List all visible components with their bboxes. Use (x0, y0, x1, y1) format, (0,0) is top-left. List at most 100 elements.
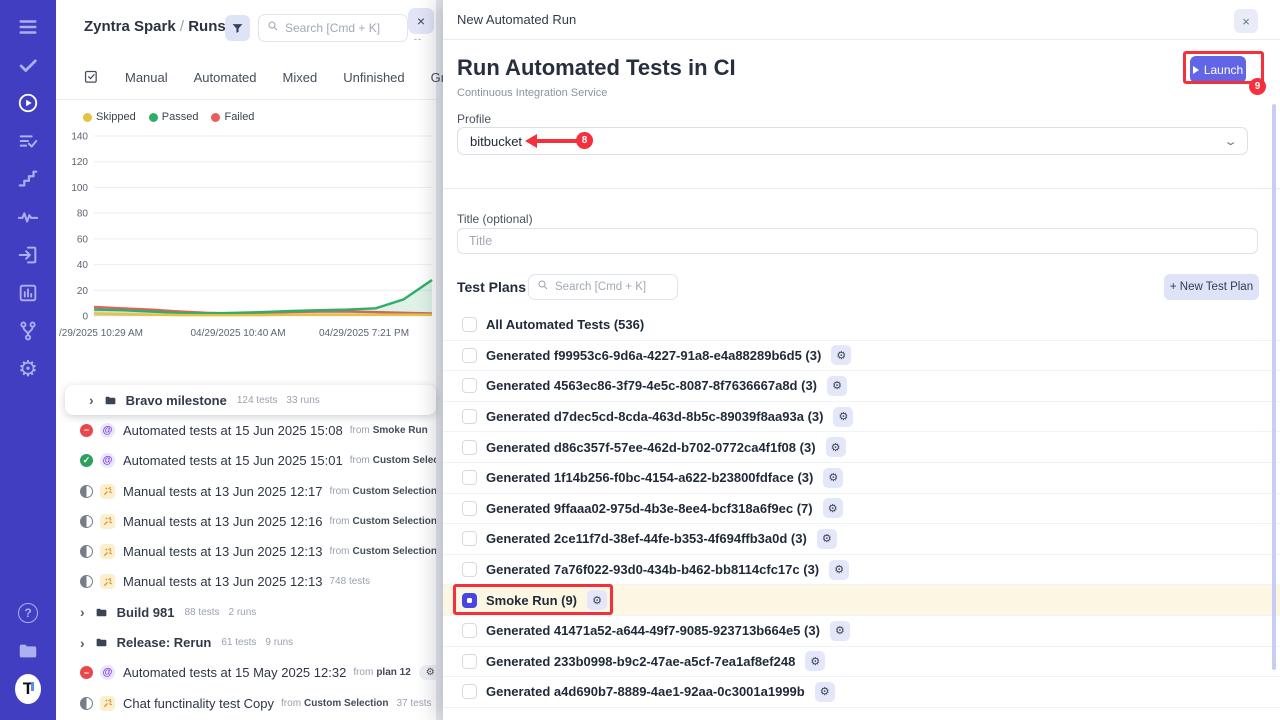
activity-icon[interactable] (15, 204, 41, 230)
run-meta: 124 tests (237, 395, 278, 406)
run-folder-row[interactable]: ›Bravo milestone124 tests33 runs (65, 385, 436, 415)
test-plans-search[interactable] (528, 274, 678, 300)
test-plan-row[interactable]: Generated f99953c6-9d6a-4227-91a8-e4a882… (443, 341, 1280, 372)
filter-button[interactable] (225, 15, 250, 41)
select-all-icon[interactable] (82, 68, 99, 88)
test-plan-row[interactable]: Generated 9ffaaa02-975d-4b3e-8ee4-bcf318… (443, 494, 1280, 525)
plan-settings-button[interactable]: ⚙ (826, 437, 846, 457)
title-input[interactable] (457, 228, 1258, 254)
launch-button[interactable]: Launch (1190, 56, 1246, 83)
plan-checkbox[interactable] (462, 654, 477, 669)
svg-text:60: 60 (77, 234, 89, 245)
new-test-plan-button[interactable]: + New Test Plan (1164, 274, 1259, 300)
run-source: plan 12 (376, 667, 410, 678)
plan-checkbox[interactable] (462, 593, 477, 608)
vertical-scrollbar[interactable] (1272, 104, 1276, 670)
runs-search[interactable] (258, 14, 408, 42)
run-row[interactable]: −@Automated tests at 15 May 2025 12:32fr… (56, 658, 436, 688)
folder-name: Bravo milestone (126, 393, 227, 408)
runs-panel-close-button[interactable]: × (408, 8, 434, 34)
plan-settings-button[interactable]: ⚙ (817, 529, 837, 549)
test-plan-row[interactable]: Generated d86c357f-57ee-462d-b702-0772ca… (443, 432, 1280, 463)
tab-automated[interactable]: Automated (194, 70, 257, 85)
import-icon[interactable] (15, 242, 41, 268)
test-plan-row[interactable]: Generated 7a76f022-93d0-434b-b462-bb8114… (443, 555, 1280, 586)
list-check-icon[interactable] (15, 128, 41, 154)
plan-checkbox[interactable] (462, 378, 477, 393)
plan-settings-button[interactable]: ⚙ (827, 376, 847, 396)
run-gear-badge[interactable]: ⚙test (419, 665, 436, 680)
runs-search-input[interactable] (285, 21, 399, 35)
plan-settings-button[interactable]: ⚙ (805, 651, 825, 671)
plan-settings-button[interactable]: ⚙ (833, 407, 853, 427)
menu-icon[interactable] (15, 14, 41, 40)
chevron-right-icon[interactable]: › (80, 635, 85, 651)
test-plan-row[interactable]: Generated 1f14b256-f0bc-4154-a622-b23800… (443, 463, 1280, 494)
test-plan-row[interactable]: Smoke Run (9)⚙ (443, 585, 1280, 616)
plan-settings-button[interactable]: ⚙ (587, 590, 607, 610)
run-row[interactable]: Manual tests at 13 Jun 2025 12:13fromCus… (56, 536, 436, 566)
test-plan-row[interactable]: Generated a4d690b7-8889-4ae1-92aa-0c3001… (443, 677, 1280, 708)
plan-checkbox[interactable] (462, 409, 477, 424)
steps-icon[interactable] (15, 166, 41, 192)
chevron-right-icon[interactable]: › (89, 392, 94, 408)
drawer-close-button[interactable]: × (1234, 9, 1258, 33)
test-plan-row[interactable]: Generated 233b0998-b9c2-47ae-a5cf-7ea1af… (443, 647, 1280, 678)
status-failed-icon: − (80, 666, 93, 679)
breadcrumb-project[interactable]: Zyntra Spark (84, 18, 176, 35)
test-plan-row[interactable]: All Automated Tests (536) (443, 310, 1280, 341)
plan-checkbox[interactable] (462, 470, 477, 485)
plan-checkbox[interactable] (462, 684, 477, 699)
tab-unfinished[interactable]: Unfinished (343, 70, 404, 85)
chevron-right-icon[interactable]: › (80, 604, 85, 620)
test-plan-row[interactable]: Generated d7dec5cd-8cda-463d-8b5c-89039f… (443, 402, 1280, 433)
tab-manual[interactable]: Manual (125, 70, 168, 85)
run-row[interactable]: ✓@Automated tests at 15 Jun 2025 15:01fr… (56, 446, 436, 476)
folder-icon (94, 636, 117, 649)
folder-name: Release: Rerun (117, 635, 212, 650)
settings-gear-icon[interactable]: ⚙ (15, 356, 41, 382)
legend-item-passed[interactable]: Passed (149, 111, 199, 123)
play-circle-icon[interactable] (15, 90, 41, 116)
plan-settings-button[interactable]: ⚙ (829, 560, 849, 580)
automated-run-icon: @ (100, 453, 115, 468)
test-plan-row[interactable]: Generated 2ce11f7d-38ef-44fe-b353-4f694f… (443, 524, 1280, 555)
legend-item-failed[interactable]: Failed (211, 111, 254, 123)
run-row[interactable]: Manual tests at 13 Jun 2025 12:17fromCus… (56, 476, 436, 506)
run-row[interactable]: −@Automated tests at 15 Jun 2025 15:08fr… (56, 415, 436, 445)
branch-icon[interactable] (15, 318, 41, 344)
check-icon[interactable] (15, 52, 41, 78)
run-folder-row[interactable]: ›Build 98188 tests2 runs (56, 597, 436, 627)
plan-checkbox[interactable] (462, 623, 477, 638)
plan-label: Generated d7dec5cd-8cda-463d-8b5c-89039f… (486, 409, 823, 424)
bar-chart-icon[interactable] (15, 280, 41, 306)
plan-settings-button[interactable]: ⚙ (815, 682, 835, 702)
run-row[interactable]: Manual tests at 13 Jun 2025 12:13748 tes… (56, 567, 436, 597)
annotation-badge-9: 9 (1249, 78, 1266, 95)
plan-settings-button[interactable]: ⚙ (830, 621, 850, 641)
plan-settings-button[interactable]: ⚙ (831, 345, 851, 365)
run-row[interactable]: Chat functinality test CopyfromCustom Se… (56, 688, 436, 718)
run-row[interactable]: Manual tests at 13 Jun 2025 12:16fromCus… (56, 506, 436, 536)
test-plan-row[interactable]: Generated 41471a52-a644-49f7-9085-923713… (443, 616, 1280, 647)
breadcrumb-page[interactable]: Runs (188, 18, 226, 35)
folders-icon[interactable] (15, 638, 41, 664)
app-logo[interactable]: T (15, 676, 41, 702)
from-label: from (353, 667, 373, 678)
help-icon[interactable]: ? (15, 600, 41, 626)
plan-checkbox[interactable] (462, 562, 477, 577)
svg-text:40: 40 (77, 260, 89, 271)
plan-settings-button[interactable]: ⚙ (823, 498, 843, 518)
plan-settings-button[interactable]: ⚙ (823, 468, 843, 488)
test-plan-row[interactable]: Generated 4563ec86-3f79-4e5c-8087-8f7636… (443, 371, 1280, 402)
run-folder-row[interactable]: ›Release: Rerun61 tests9 runs (56, 627, 436, 657)
tab-mixed[interactable]: Mixed (283, 70, 318, 85)
plan-checkbox[interactable] (462, 501, 477, 516)
plan-checkbox[interactable] (462, 440, 477, 455)
legend-item-skipped[interactable]: Skipped (83, 111, 136, 123)
plan-checkbox[interactable] (462, 531, 477, 546)
test-plans-search-input[interactable] (555, 281, 669, 293)
plan-checkbox[interactable] (462, 348, 477, 363)
plan-checkbox[interactable] (462, 317, 477, 332)
profile-select[interactable]: bitbucket ⌄ (457, 127, 1248, 155)
